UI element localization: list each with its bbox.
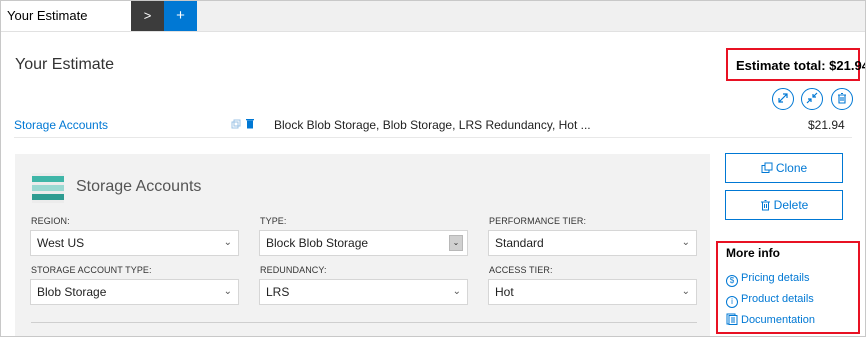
pricing-details-link[interactable]: $ Pricing details [726,272,809,287]
type-value: Block Blob Storage [266,236,369,250]
chevron-down-icon: ⌄ [452,286,461,297]
documentation-link[interactable]: Documentation [726,313,815,326]
region-select[interactable]: West US ⌄ [30,230,239,256]
clone-icon [761,162,773,173]
type-select[interactable]: Block Blob Storage ⌄ [259,230,468,256]
delete-all-button[interactable] [831,88,853,110]
delete-label: Delete [773,198,809,212]
more-info-title: More info [726,246,780,260]
trash-icon [838,92,846,104]
panel-divider [31,322,697,323]
document-icon [726,313,738,325]
region-value: West US [37,236,85,250]
storage-accounts-icon [32,173,64,203]
chevron-down-icon: ⌄ [223,237,232,248]
access-tier-value: Hot [495,285,514,299]
clone-icon [231,119,241,129]
storage-account-type-select[interactable]: Blob Storage ⌄ [30,279,239,305]
dollar-icon: $ [726,275,738,287]
access-tier-select[interactable]: Hot ⌄ [488,279,697,305]
pricing-details-label: Pricing details [741,272,810,284]
access-tier-label: ACCESS TIER: [489,265,553,275]
storage-account-type-value: Blob Storage [37,285,107,299]
expand-all-button[interactable] [772,88,794,110]
chevron-down-icon: ⌄ [223,286,232,297]
row-delete-button[interactable] [245,118,255,132]
performance-tier-select[interactable]: Standard ⌄ [488,230,697,256]
collapse-all-button[interactable] [801,88,823,110]
storage-accounts-link[interactable]: Storage Accounts [14,118,108,132]
chevron-down-icon: ⌄ [449,235,463,251]
row-divider [14,137,852,138]
redundancy-label: REDUNDANCY: [260,265,327,275]
row-price: $21.94 [808,118,845,132]
trash-icon [246,119,254,129]
expand-icon [778,93,788,103]
page-title: Your Estimate [15,56,115,73]
delete-button[interactable]: Delete [725,190,843,220]
add-tab-button[interactable]: + [164,1,197,31]
collapse-icon [806,92,818,104]
product-details-label: Product details [741,293,814,305]
trash-icon [760,200,770,211]
type-label: TYPE: [260,216,287,226]
performance-tier-value: Standard [495,236,544,250]
info-icon: i [726,296,738,308]
row-clone-button[interactable] [231,119,241,132]
clone-label: Clone [775,161,808,175]
storage-account-type-label: STORAGE ACCOUNT TYPE: [31,265,152,275]
row-description: Block Blob Storage, Blob Storage, LRS Re… [274,118,591,132]
redundancy-value: LRS [266,285,290,299]
product-details-link[interactable]: i Product details [726,293,814,308]
next-tab-button[interactable]: > [131,1,164,31]
tab-your-estimate[interactable]: Your Estimate [1,1,131,31]
performance-tier-label: PERFORMANCE TIER: [489,216,587,226]
chevron-down-icon: ⌄ [681,286,690,297]
chevron-down-icon: ⌄ [681,237,690,248]
region-label: REGION: [31,216,70,226]
clone-button[interactable]: Clone [725,153,843,183]
redundancy-select[interactable]: LRS ⌄ [259,279,468,305]
estimate-total: Estimate total: $21.94 [736,58,866,73]
panel-title: Storage Accounts [76,178,202,195]
documentation-label: Documentation [741,314,815,326]
